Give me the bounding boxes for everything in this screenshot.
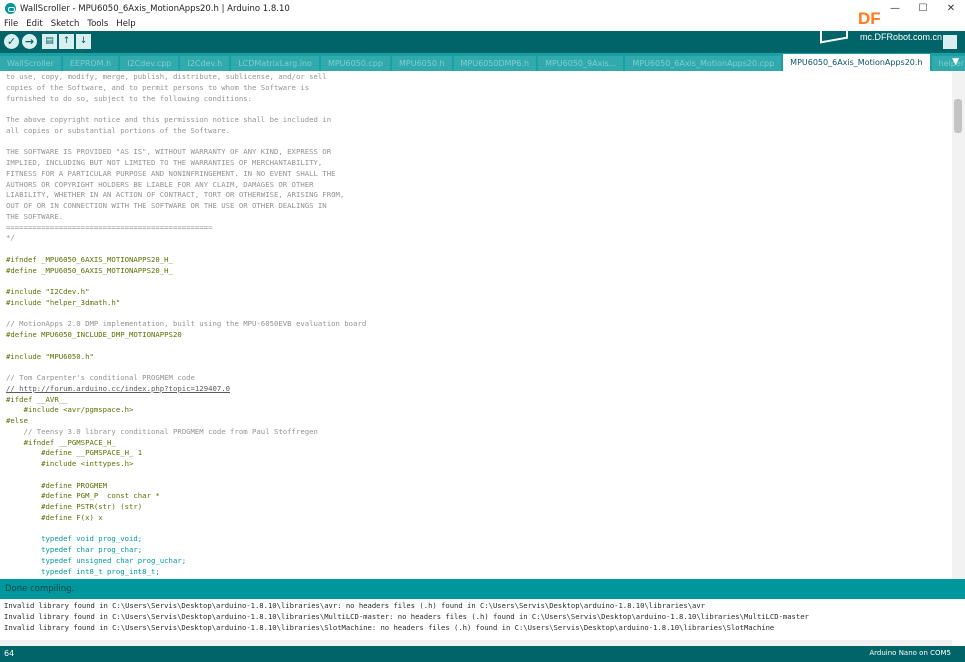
code-line: typedef unsigned char prog_uchar; <box>6 555 187 565</box>
code-line: LIABILITY, WHETHER IN AN ACTION OF CONTR… <box>6 190 345 200</box>
tab-mpu6050dmp6-h[interactable]: MPU6050DMP6.h <box>453 56 537 71</box>
code-line: THE SOFTWARE IS PROVIDED "AS IS", WITHOU… <box>6 147 332 157</box>
status-message: Done compiling. <box>5 584 75 594</box>
code-line: #ifdef __AVR__ <box>6 394 68 404</box>
code-line: // http://forum.arduino.cc/index.php?top… <box>6 383 231 393</box>
save-button[interactable]: ↓ <box>76 34 91 49</box>
code-line: // Teensy 3.0 library conditional PROGME… <box>6 426 318 436</box>
code-line: #define _MPU6050_6AXIS_MOTIONAPPS20_H_ <box>6 265 173 275</box>
code-line: #define MPU6050_INCLUDE_DMP_MOTIONAPPS20 <box>6 330 182 339</box>
scrollbar-thumb[interactable] <box>954 99 962 133</box>
code-line: IMPLIED, INCLUDING BUT NOT LIMITED TO TH… <box>6 158 323 167</box>
tab-eeprom-h[interactable]: EEPROM.h <box>62 56 119 71</box>
tab-helper-3dmath[interactable]: helper_3dmath <box>931 56 965 71</box>
tab-motionapps20-h[interactable]: MPU6050_6Axis_MotionApps20.h <box>783 54 930 71</box>
arrow-right-icon: → <box>24 35 35 48</box>
tab-wallscroller[interactable]: WallScroller <box>0 56 61 71</box>
code-line: furnished to do so, subject to the follo… <box>6 93 253 103</box>
code-line: THE SOFTWARE. <box>6 211 64 221</box>
code-line: The above copyright notice and this perm… <box>6 115 332 124</box>
arrow-up-icon: ↑ <box>62 36 71 46</box>
tab-mpu6050-9axis[interactable]: MPU6050_9Axis... <box>538 56 624 71</box>
line-number: 64 <box>4 649 15 658</box>
console-line: Invalid library found in C:\Users\Servis… <box>4 601 706 610</box>
code-line: #ifndef _MPU6050_6AXIS_MOTIONAPPS20_H_ <box>6 254 173 264</box>
logo-brand: DF <box>858 9 881 28</box>
code-line: #include <inttypes.h> <box>6 459 134 468</box>
code-line: #define PSTR(str) (str) <box>6 502 143 511</box>
dfrobot-logo: DF mc.DFRobot.com.cn <box>800 5 965 45</box>
code-line: OUT OF OR IN CONNECTION WITH THE SOFTWAR… <box>6 201 327 210</box>
console-line: Invalid library found in C:\Users\Servis… <box>4 623 775 632</box>
menu-file[interactable]: File <box>4 19 18 29</box>
window-title: WallScroller - MPU6050_6Axis_MotionApps2… <box>20 3 290 14</box>
menu-help[interactable]: Help <box>116 19 135 29</box>
upload-button[interactable]: → <box>22 34 37 49</box>
code-line: // MotionApps 2.0 DMP implementation, bu… <box>6 319 367 329</box>
tab-menu-dropdown-icon[interactable]: ▼ <box>952 57 959 67</box>
logo-box-icon <box>820 22 848 44</box>
arrow-down-icon: ↓ <box>79 36 88 46</box>
code-line: typedef char prog_char; <box>6 545 143 554</box>
code-line: ========================================… <box>6 222 213 232</box>
menu-sketch[interactable]: Sketch <box>51 19 80 29</box>
status-bar: Done compiling. <box>0 579 965 599</box>
menu-edit[interactable]: Edit <box>26 19 42 29</box>
code-line: #include "I2Cdev.h" <box>6 287 90 296</box>
console-line: Invalid library found in C:\Users\Servis… <box>4 612 809 621</box>
code-line: #define PGM_P const char * <box>6 491 160 501</box>
menu-tools[interactable]: Tools <box>87 19 108 29</box>
code-line: copies of the Software, and to permit pe… <box>6 82 310 92</box>
code-line: typedef int8_t prog_int8_t; <box>6 566 160 576</box>
verify-button[interactable]: ✓ <box>4 34 19 49</box>
code-line: #else <box>6 416 28 425</box>
code-line: typedef void prog_void; <box>6 534 143 544</box>
code-line: all copies or substantial portions of th… <box>6 125 231 135</box>
tab-i2cdev-h[interactable]: I2Cdev.h <box>180 56 230 71</box>
new-button[interactable]: ▤ <box>42 34 57 49</box>
code-line: to use, copy, modify, merge, publish, di… <box>6 72 327 81</box>
tab-i2cdev-cpp[interactable]: I2Cdev.cpp <box>120 56 179 71</box>
open-button[interactable]: ↑ <box>59 34 74 49</box>
new-file-icon: ▤ <box>45 36 54 46</box>
code-line: #define __PGMSPACE_H_ 1 <box>6 448 143 458</box>
board-port: Arduino Nano on COM5 <box>869 649 951 657</box>
logo-url: mc.DFRobot.com.cn <box>860 32 943 42</box>
footer-bar: 64 Arduino Nano on COM5 <box>0 646 965 662</box>
code-line: #include "helper_3dmath.h" <box>6 297 121 307</box>
arduino-logo-icon <box>5 3 16 14</box>
code-line: */ <box>6 233 15 243</box>
tab-bar: WallScroller EEPROM.h I2Cdev.cpp I2Cdev.… <box>0 53 965 71</box>
tab-lcdmatrixlarg-ino[interactable]: LCDMatrixLarg.ino <box>231 56 319 71</box>
check-icon: ✓ <box>6 35 17 48</box>
code-editor[interactable]: to use, copy, modify, merge, publish, di… <box>0 71 952 579</box>
tab-mpu6050-h[interactable]: MPU6050.h <box>391 56 452 71</box>
code-line: #define F(x) x <box>6 512 103 522</box>
code-line: #define PROGMEM <box>6 480 108 490</box>
tab-mpu6050-cpp[interactable]: MPU6050.cpp <box>320 56 390 71</box>
code-line: AUTHORS OR COPYRIGHT HOLDERS BE LIABLE F… <box>6 179 314 189</box>
console-output[interactable]: Invalid library found in C:\Users\Servis… <box>0 599 965 645</box>
code-line: FITNESS FOR A PARTICULAR PURPOSE AND NON… <box>6 168 336 178</box>
code-line: #include <avr/pgmspace.h> <box>6 405 134 415</box>
code-line: #include "MPU6050.h" <box>6 351 94 361</box>
editor-vertical-scrollbar[interactable] <box>952 71 965 579</box>
code-line: #ifndef __PGMSPACE_H_ <box>6 437 116 447</box>
tab-motionapps20-cpp[interactable]: MPU6050_6Axis_MotionApps20.cpp <box>625 56 782 71</box>
code-line: // Tom Carpenter's conditional PROGMEM c… <box>6 373 195 382</box>
